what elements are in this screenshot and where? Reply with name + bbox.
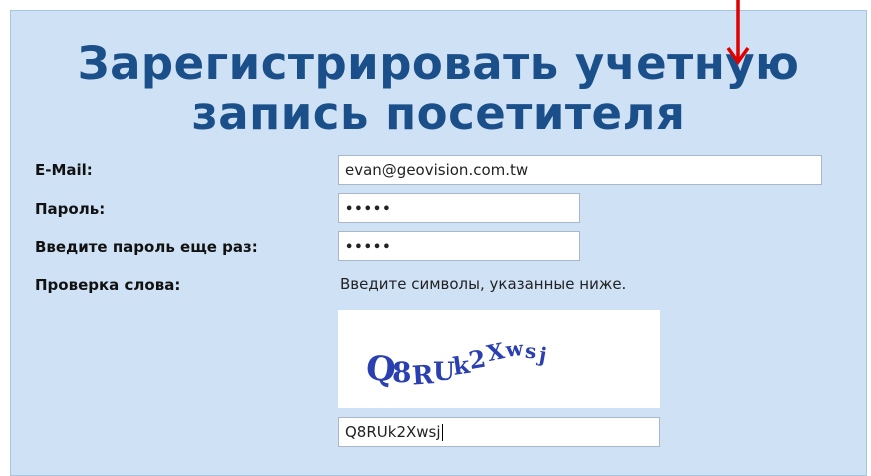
captcha-input-value: Q8RUk2Xwsj <box>345 423 441 441</box>
captcha-char: w <box>504 336 525 362</box>
password-confirm-label: Введите пароль еще раз: <box>35 238 258 256</box>
red-down-arrow-icon <box>726 0 750 66</box>
verify-hint: Введите символы, указанные ниже. <box>340 275 627 293</box>
password-confirm-field[interactable]: ••••• <box>338 231 580 261</box>
captcha-char: 2 <box>467 344 488 375</box>
captcha-graphic: Q 8 R U k 2 X w s j <box>364 336 548 392</box>
email-field[interactable]: evan@geovision.com.tw <box>338 155 822 185</box>
email-label: E-Mail: <box>35 161 93 179</box>
captcha-char: 8 <box>392 356 411 389</box>
password-confirm-value: ••••• <box>345 240 392 255</box>
text-caret <box>441 424 443 441</box>
password-field[interactable]: ••••• <box>338 193 580 223</box>
captcha-char: R <box>411 360 435 391</box>
email-value: evan@geovision.com.tw <box>345 161 529 179</box>
verify-label: Проверка слова: <box>35 276 181 294</box>
title-line-2: запись посетителя <box>191 87 686 140</box>
captcha-image: Q 8 R U k 2 X w s j <box>338 310 660 408</box>
captcha-char: j <box>535 342 548 367</box>
captcha-char: s <box>524 339 537 364</box>
password-value: ••••• <box>345 202 392 217</box>
captcha-input[interactable]: Q8RUk2Xwsj <box>338 417 660 447</box>
password-label: Пароль: <box>35 200 106 218</box>
